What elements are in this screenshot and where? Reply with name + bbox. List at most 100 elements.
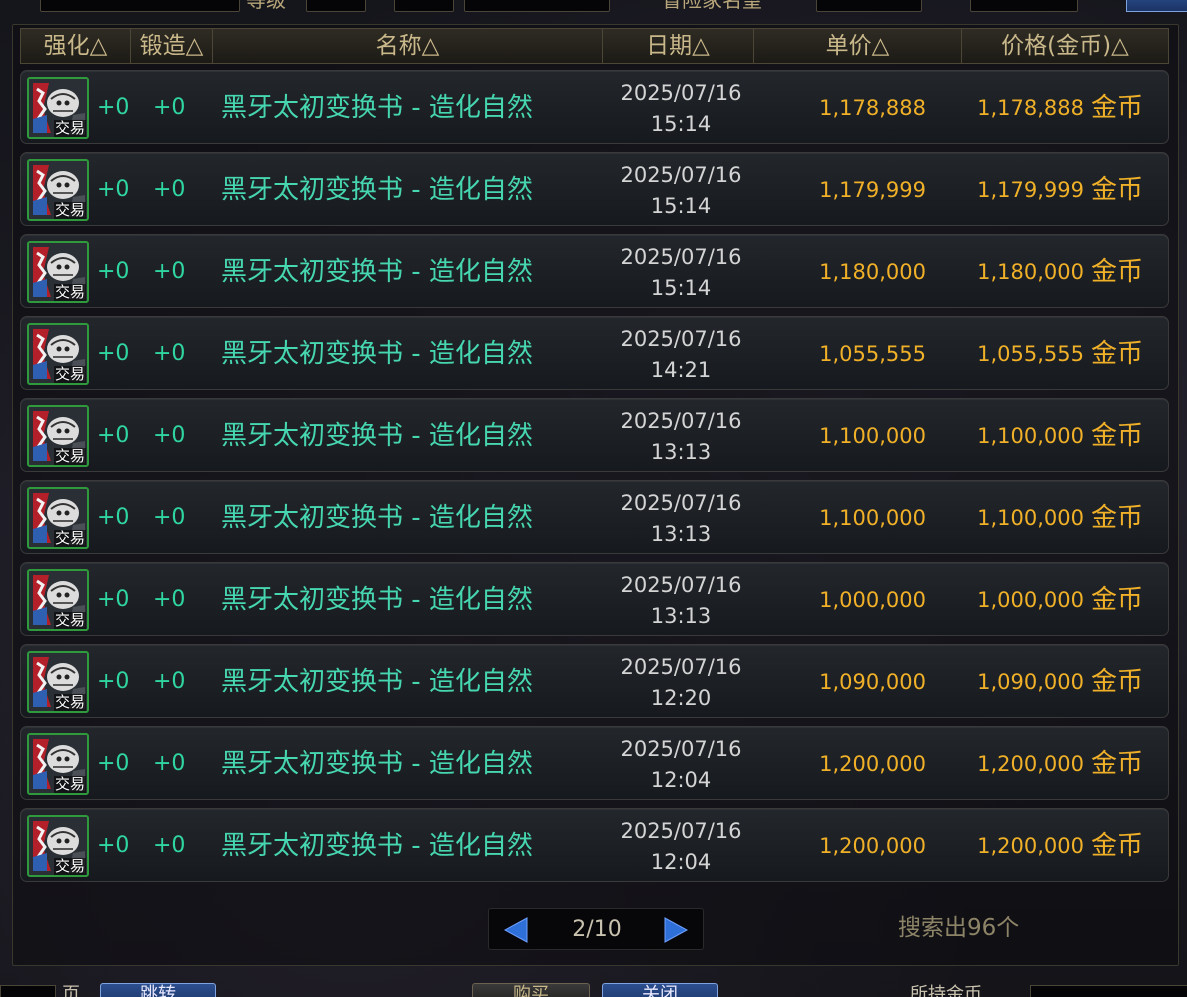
listing-date: 2025/07/16 14:21 <box>611 324 751 386</box>
table-header: 强化△ 锻造△ 名称△ 日期△ 单价△ 价格(金币)△ <box>20 28 1169 64</box>
unit-price: 1,090,000 <box>819 670 926 694</box>
trade-tag: 交易 <box>53 201 86 219</box>
table-row[interactable]: 交易 +0 +0 黑牙太初变换书 - 造化自然 2025/07/16 12:20… <box>20 644 1169 718</box>
table-row[interactable]: 交易 +0 +0 黑牙太初变换书 - 造化自然 2025/07/16 12:04… <box>20 726 1169 800</box>
item-book-icon[interactable]: 交易 <box>27 405 89 467</box>
table-row[interactable]: 交易 +0 +0 黑牙太初变换书 - 造化自然 2025/07/16 15:14… <box>20 234 1169 308</box>
filter-bar: 等级 类别 冒险家名望 <box>0 0 1187 16</box>
currency-label: 金币 <box>1091 93 1144 123</box>
pagination: 2/10 <box>488 908 704 950</box>
search-button[interactable] <box>1126 0 1187 12</box>
listing-date: 2025/07/16 15:14 <box>611 160 751 222</box>
listing-date: 2025/07/16 12:04 <box>611 816 751 878</box>
enhance-value: +0 <box>97 751 130 776</box>
listing-date-day: 2025/07/16 <box>620 655 742 679</box>
level-label: 等级 <box>246 0 286 12</box>
item-book-icon[interactable]: 交易 <box>27 159 89 221</box>
sort-unit-price-header[interactable]: 单价△ <box>754 29 962 63</box>
listing-date: 2025/07/16 13:13 <box>611 406 751 468</box>
sort-name-header[interactable]: 名称△ <box>213 29 603 63</box>
table-row[interactable]: 交易 +0 +0 黑牙太初变换书 - 造化自然 2025/07/16 13:13… <box>20 398 1169 472</box>
fame-max-input[interactable] <box>970 0 1078 12</box>
enhance-value: +0 <box>97 177 130 202</box>
total-price: 1,000,000 <box>977 588 1084 612</box>
listing-date: 2025/07/16 15:14 <box>611 78 751 140</box>
prev-page-button[interactable] <box>501 916 531 944</box>
result-count: 搜索出96个 <box>898 915 1020 941</box>
trade-tag: 交易 <box>53 119 86 137</box>
currency-label: 金币 <box>1091 831 1144 861</box>
unit-price: 1,200,000 <box>819 834 926 858</box>
listing-date-time: 12:04 <box>650 850 712 874</box>
type-select[interactable]: 类别 <box>464 0 610 12</box>
sort-enhance-header[interactable]: 强化△ <box>21 29 131 63</box>
item-name: 黑牙太初变换书 - 造化自然 <box>221 257 533 287</box>
currency-label: 金币 <box>1091 421 1144 451</box>
sort-forge-header[interactable]: 锻造△ <box>131 29 213 63</box>
item-book-icon[interactable]: 交易 <box>27 77 89 139</box>
listing-date: 2025/07/16 12:04 <box>611 734 751 796</box>
trade-tag: 交易 <box>53 529 86 547</box>
unit-price: 1,100,000 <box>819 424 926 448</box>
unit-price: 1,055,555 <box>819 342 926 366</box>
sort-date-header[interactable]: 日期△ <box>603 29 754 63</box>
item-book-icon[interactable]: 交易 <box>27 651 89 713</box>
listing-date-time: 15:14 <box>650 276 712 300</box>
enhance-value: +0 <box>97 505 130 530</box>
forge-value: +0 <box>153 505 186 530</box>
enhance-value: +0 <box>97 95 130 120</box>
next-page-button[interactable] <box>661 916 691 944</box>
table-row[interactable]: 交易 +0 +0 黑牙太初变换书 - 造化自然 2025/07/16 13:13… <box>20 480 1169 554</box>
total-price: 1,200,000 <box>977 752 1084 776</box>
buy-button[interactable]: 购买 <box>472 983 590 997</box>
currency-label: 金币 <box>1091 667 1144 697</box>
table-row[interactable]: 交易 +0 +0 黑牙太初变换书 - 造化自然 2025/07/16 15:14… <box>20 70 1169 144</box>
total-price: 1,100,000 <box>977 424 1084 448</box>
table-row[interactable]: 交易 +0 +0 黑牙太初变换书 - 造化自然 2025/07/16 12:04… <box>20 808 1169 882</box>
unit-price: 1,100,000 <box>819 506 926 530</box>
page-jump-input[interactable] <box>0 985 56 997</box>
enhance-value: +0 <box>97 259 130 284</box>
forge-value: +0 <box>153 423 186 448</box>
jump-button[interactable]: 跳转 <box>100 983 216 997</box>
sort-price-header[interactable]: 价格(金币)△ <box>962 29 1168 63</box>
table-row[interactable]: 交易 +0 +0 黑牙太初变换书 - 造化自然 2025/07/16 13:13… <box>20 562 1169 636</box>
fame-min-input[interactable] <box>816 0 922 12</box>
listing-date-day: 2025/07/16 <box>620 491 742 515</box>
listing-date: 2025/07/16 13:13 <box>611 570 751 632</box>
auction-window: 等级 类别 冒险家名望 强化△ 锻造△ 名称△ 日期△ 单价△ 价格(金币)△ <box>0 0 1187 997</box>
keyword-input[interactable] <box>40 0 240 12</box>
item-book-icon[interactable]: 交易 <box>27 815 89 877</box>
table-row[interactable]: 交易 +0 +0 黑牙太初变换书 - 造化自然 2025/07/16 15:14… <box>20 152 1169 226</box>
item-book-icon[interactable]: 交易 <box>27 323 89 385</box>
listing-date-day: 2025/07/16 <box>620 245 742 269</box>
level-max-input[interactable] <box>394 0 454 12</box>
currency-label: 金币 <box>1091 175 1144 205</box>
listing-date-time: 13:13 <box>650 604 712 628</box>
right-triangle-icon <box>664 917 689 943</box>
listing-date-time: 13:13 <box>650 522 712 546</box>
trade-tag: 交易 <box>53 611 86 629</box>
forge-value: +0 <box>153 669 186 694</box>
item-book-icon[interactable]: 交易 <box>27 569 89 631</box>
listing-date-day: 2025/07/16 <box>620 81 742 105</box>
listing-date-day: 2025/07/16 <box>620 573 742 597</box>
item-book-icon[interactable]: 交易 <box>27 241 89 303</box>
listing-date: 2025/07/16 12:20 <box>611 652 751 714</box>
page-suffix-label: 页 <box>62 984 80 997</box>
table-row[interactable]: 交易 +0 +0 黑牙太初变换书 - 造化自然 2025/07/16 14:21… <box>20 316 1169 390</box>
item-name: 黑牙太初变换书 - 造化自然 <box>221 93 533 123</box>
enhance-value: +0 <box>97 341 130 366</box>
listing-date: 2025/07/16 13:13 <box>611 488 751 550</box>
forge-value: +0 <box>153 341 186 366</box>
currency-label: 金币 <box>1091 503 1144 533</box>
trade-tag: 交易 <box>53 857 86 875</box>
close-button[interactable]: 关闭 <box>602 983 718 997</box>
enhance-value: +0 <box>97 833 130 858</box>
level-input[interactable] <box>306 0 366 12</box>
unit-price: 1,178,888 <box>819 96 926 120</box>
item-book-icon[interactable]: 交易 <box>27 733 89 795</box>
page-indicator: 2/10 <box>572 917 622 942</box>
total-price: 1,055,555 <box>977 342 1084 366</box>
item-book-icon[interactable]: 交易 <box>27 487 89 549</box>
